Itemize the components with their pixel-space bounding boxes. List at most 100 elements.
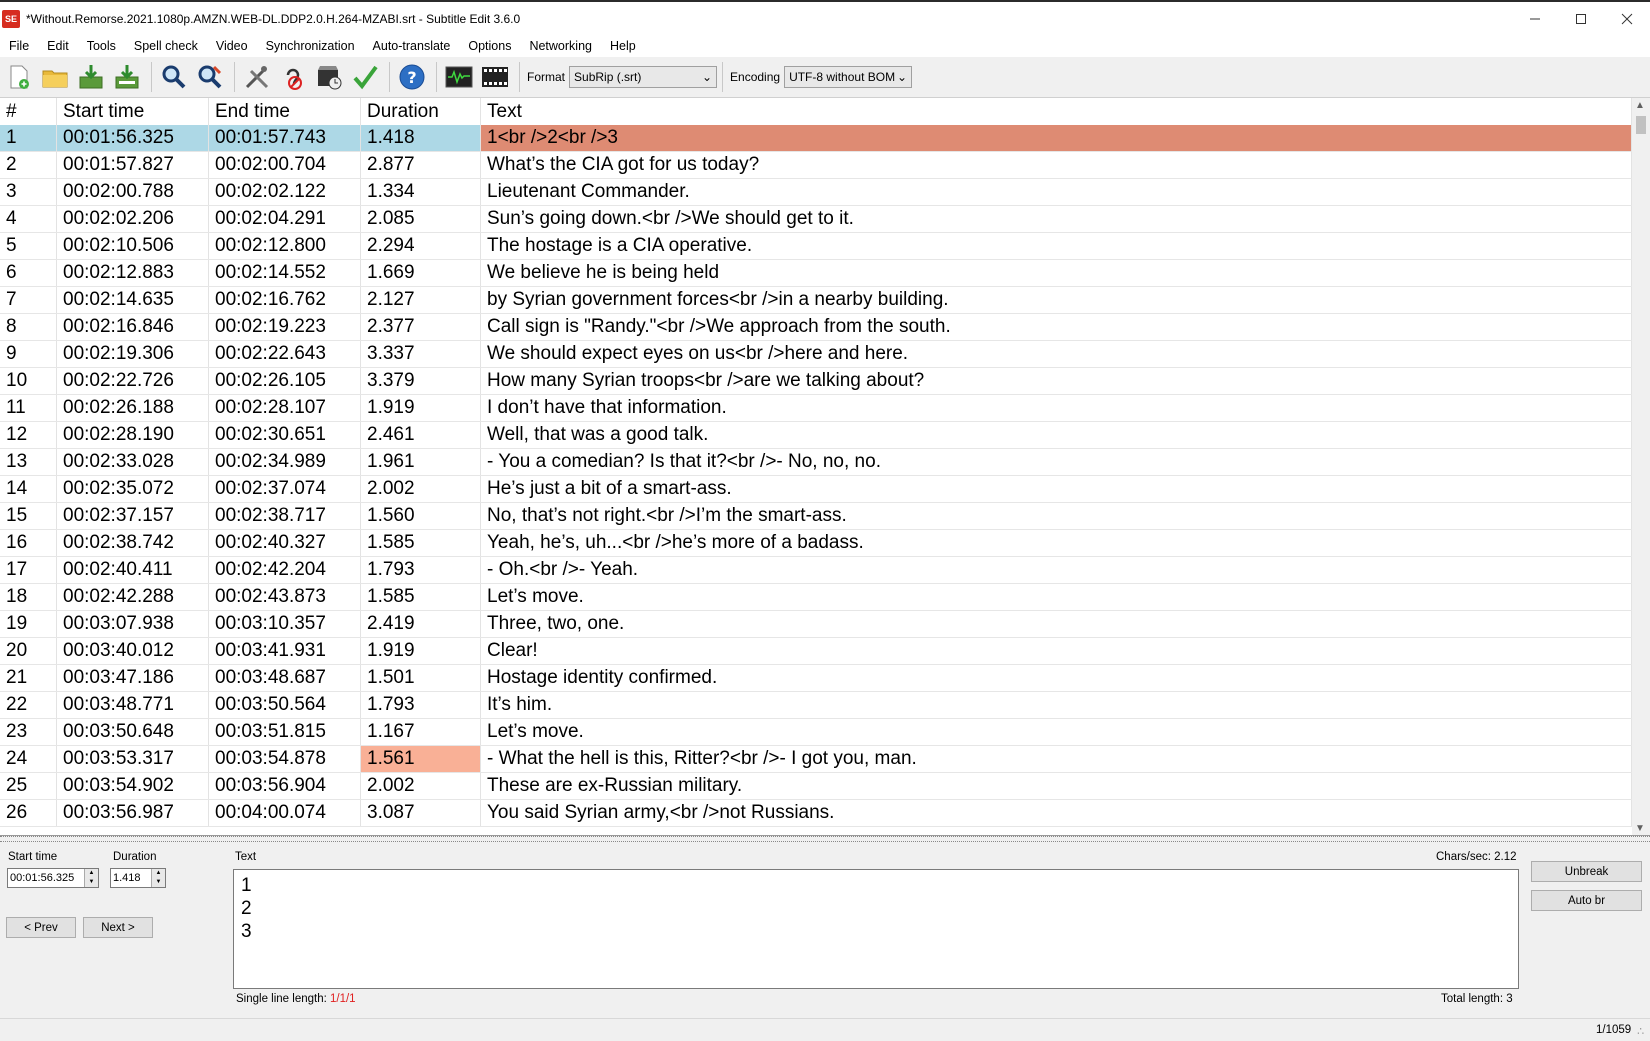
table-row[interactable]: 26 00:03:56.987 00:04:00.074 3.087 You said … — [0, 800, 1632, 827]
menu-file[interactable]: File — [0, 35, 38, 57]
cell-text: I don’t have that information. — [481, 395, 1632, 421]
subtitle-grid[interactable]: # Start time End time Duration Text 1 00:… — [0, 98, 1650, 836]
menu-networking[interactable]: Networking — [520, 35, 601, 57]
cell-start-time: 00:02:26.188 — [57, 395, 209, 421]
table-row[interactable]: 17 00:02:40.411 00:02:42.204 1.793- Oh.<br … — [0, 557, 1632, 584]
minimize-button[interactable] — [1512, 2, 1558, 35]
resize-grip-icon[interactable]: ∴ — [1637, 1024, 1644, 1038]
vertical-scrollbar[interactable]: ▲ ▼ — [1632, 98, 1650, 835]
toolbar-separator — [234, 62, 235, 92]
menu-auto-translate[interactable]: Auto-translate — [364, 35, 460, 57]
menu-help[interactable]: Help — [601, 35, 645, 57]
menu-edit[interactable]: Edit — [38, 35, 78, 57]
table-row[interactable]: 20 00:03:40.012 00:03:41.931 1.919 Clear! — [0, 638, 1632, 665]
table-row[interactable]: 19 00:03:07.938 00:03:10.357 2.419 Three, tw… — [0, 611, 1632, 638]
auto-br-button[interactable]: Auto br — [1531, 890, 1642, 911]
table-row[interactable]: 5 00:02:10.506 00:02:12.800 2.294 The hostag… — [0, 233, 1632, 260]
cell-start-time: 00:02:42.288 — [57, 584, 209, 610]
cell-start-time: 00:02:37.157 — [57, 503, 209, 529]
format-value: SubRip (.srt) — [574, 70, 642, 84]
table-row[interactable]: 21 00:03:47.186 00:03:48.687 1.501 Hostage i… — [0, 665, 1632, 692]
table-row[interactable]: 10 00:02:22.726 00:02:26.105 3.379 How many … — [0, 368, 1632, 395]
cell-start-time: 00:02:33.028 — [57, 449, 209, 475]
unbreak-button[interactable]: Unbreak — [1531, 861, 1642, 882]
cell-text: - What the hell is this, Ritter?<br />- … — [481, 746, 1632, 772]
table-row[interactable]: 6 00:02:12.883 00:02:14.552 1.669 We believe… — [0, 260, 1632, 287]
table-row[interactable]: 13 00:02:33.028 00:02:34.989 1.961- You a c… — [0, 449, 1632, 476]
replace-button[interactable] — [193, 60, 227, 94]
waveform-button[interactable] — [442, 60, 476, 94]
column-header-start-time[interactable]: Start time — [57, 98, 209, 125]
table-row[interactable]: 15 00:02:37.157 00:02:38.717 1.560 No, that’… — [0, 503, 1632, 530]
cell-start-time: 00:03:40.012 — [57, 638, 209, 664]
menu-spell-check[interactable]: Spell check — [125, 35, 207, 57]
cell-end-time: 00:03:10.357 — [209, 611, 361, 637]
column-header-number[interactable]: # — [0, 98, 57, 125]
column-header-end-time[interactable]: End time — [209, 98, 361, 125]
spell-check-button[interactable] — [348, 60, 382, 94]
table-row[interactable]: 22 00:03:48.771 00:03:50.564 1.793 It’s him. — [0, 692, 1632, 719]
table-row[interactable]: 24 00:03:53.317 00:03:54.878 1.561- What th… — [0, 746, 1632, 773]
cell-number: 20 — [0, 638, 57, 664]
table-row[interactable]: 12 00:02:28.190 00:02:30.651 2.461 Well, tha… — [0, 422, 1632, 449]
table-row[interactable]: 16 00:02:38.742 00:02:40.327 1.585 Yeah, he’… — [0, 530, 1632, 557]
table-row-selected[interactable]: 1 00:01:56.325 00:01:57.743 1.418 1<br />2<b… — [0, 125, 1632, 152]
column-header-text[interactable]: Text — [481, 98, 1632, 125]
save-as-button[interactable] — [110, 60, 144, 94]
scrollbar-thumb[interactable] — [1636, 116, 1646, 134]
cell-end-time: 00:02:26.105 — [209, 368, 361, 394]
cell-number: 22 — [0, 692, 57, 718]
duration-input[interactable]: 1.418 ▲ ▼ — [110, 868, 166, 888]
scroll-down-icon[interactable]: ▼ — [1635, 823, 1645, 834]
table-row[interactable]: 7 00:02:14.635 00:02:16.762 2.127 by Syrian … — [0, 287, 1632, 314]
subtitle-text-input[interactable]: 1 2 3 — [233, 869, 1519, 989]
table-row[interactable]: 4 00:02:02.206 00:02:04.291 2.085 Sun’s goin… — [0, 206, 1632, 233]
help-button[interactable]: ? — [395, 60, 429, 94]
menu-video[interactable]: Video — [207, 35, 257, 57]
visual-sync-button[interactable] — [312, 60, 346, 94]
next-button[interactable]: Next > — [83, 917, 153, 938]
start-time-input[interactable]: 00:01:56.325 ▲ ▼ — [7, 868, 99, 888]
prev-button[interactable]: < Prev — [6, 917, 76, 938]
fix-common-errors-button[interactable] — [240, 60, 274, 94]
menu-synchronization[interactable]: Synchronization — [257, 35, 364, 57]
scroll-up-icon[interactable]: ▲ — [1635, 100, 1645, 111]
save-button[interactable] — [74, 60, 108, 94]
column-header-duration[interactable]: Duration — [361, 98, 481, 125]
cell-duration: 2.877 — [361, 152, 481, 178]
cell-text: What’s the CIA got for us today? — [481, 152, 1632, 178]
close-button[interactable] — [1604, 2, 1650, 35]
cell-number: 10 — [0, 368, 57, 394]
cell-start-time: 00:03:48.771 — [57, 692, 209, 718]
open-folder-icon — [42, 70, 68, 88]
new-file-button[interactable] — [2, 60, 36, 94]
cell-duration: 2.002 — [361, 773, 481, 799]
format-select[interactable]: SubRip (.srt) ⌄ — [569, 66, 718, 88]
table-row[interactable]: 25 00:03:54.902 00:03:56.904 2.002 These are… — [0, 773, 1632, 800]
table-row[interactable]: 9 00:02:19.306 00:02:22.643 3.337 We should … — [0, 341, 1632, 368]
cell-end-time: 00:02:37.074 — [209, 476, 361, 502]
remove-hearing-impaired-button[interactable] — [276, 60, 310, 94]
menu-options[interactable]: Options — [459, 35, 520, 57]
video-button[interactable] — [478, 60, 512, 94]
app-logo-icon[interactable]: SE — [2, 9, 20, 28]
table-row[interactable]: 23 00:03:50.648 00:03:51.815 1.167 Let’s mov… — [0, 719, 1632, 746]
table-row[interactable]: 14 00:02:35.072 00:02:37.074 2.002 He’s just… — [0, 476, 1632, 503]
cell-text: It’s him. — [481, 692, 1632, 718]
duration-spinner[interactable]: ▲ ▼ — [151, 869, 165, 887]
table-row[interactable]: 11 00:02:26.188 00:02:28.107 1.919 I don’t h… — [0, 395, 1632, 422]
window-controls — [1512, 2, 1650, 35]
cell-text: Clear! — [481, 638, 1632, 664]
find-button[interactable] — [157, 60, 191, 94]
table-row[interactable]: 18 00:02:42.288 00:02:43.873 1.585 Let’s mov… — [0, 584, 1632, 611]
encoding-select[interactable]: UTF-8 without BOM ⌄ — [784, 66, 913, 88]
toolbar-separator — [389, 62, 390, 92]
menu-tools[interactable]: Tools — [78, 35, 125, 57]
table-row[interactable]: 3 00:02:00.788 00:02:02.122 1.334 Lieutenant… — [0, 179, 1632, 206]
table-row[interactable]: 2 00:01:57.827 00:02:00.704 2.877 What’s the… — [0, 152, 1632, 179]
start-time-spinner[interactable]: ▲ ▼ — [84, 869, 98, 887]
table-row[interactable]: 8 00:02:16.846 00:02:19.223 2.377 Call sign … — [0, 314, 1632, 341]
cell-duration: 1.501 — [361, 665, 481, 691]
open-button[interactable] — [38, 60, 72, 94]
maximize-button[interactable] — [1558, 2, 1604, 35]
